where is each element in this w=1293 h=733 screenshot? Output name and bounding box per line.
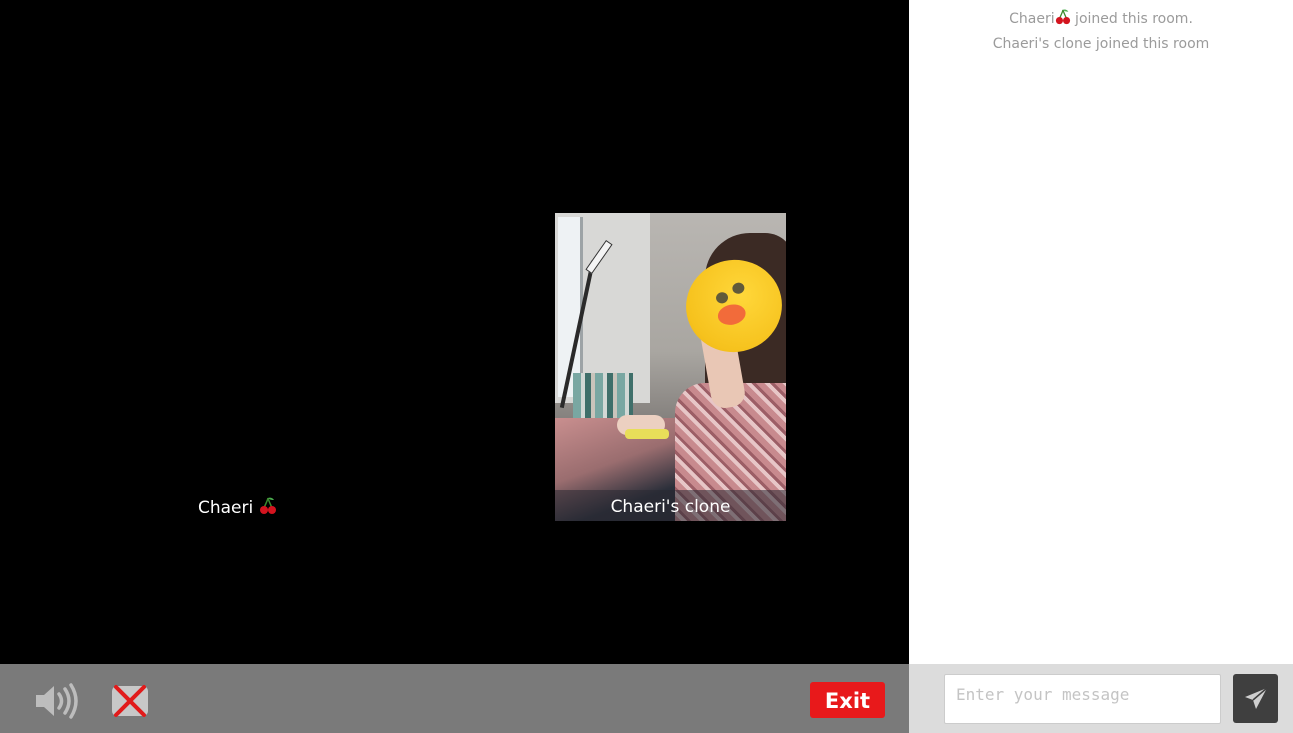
cherry-icon — [1055, 9, 1070, 25]
video-mouse-pad — [625, 429, 669, 439]
mask-beak — [715, 301, 748, 328]
remote-participant-name: Chaeri's clone — [555, 490, 786, 521]
remote-video-tile: Chaeri's clone — [555, 213, 786, 521]
send-message-button[interactable] — [1233, 674, 1278, 723]
speaker-icon — [36, 683, 78, 719]
chat-panel: Chaeri joined this room. Chaeri's clone … — [909, 0, 1293, 664]
cherry-icon — [259, 497, 276, 514]
mask-eye-right — [731, 281, 746, 295]
chat-message-name: Chaeri — [1009, 11, 1055, 27]
local-participant-name: Chaeri — [198, 498, 254, 518]
camera-toggle-button[interactable] — [110, 683, 150, 719]
exit-button[interactable]: Exit — [810, 682, 885, 718]
chat-message-input[interactable] — [944, 674, 1221, 724]
local-participant-label: Chaeri — [198, 497, 277, 518]
paper-plane-icon — [1244, 686, 1267, 709]
chat-system-message: Chaeri's clone joined this room — [992, 36, 1210, 52]
chat-system-message: Chaeri joined this room. — [909, 9, 1293, 27]
speaker-toggle-button[interactable] — [34, 683, 82, 719]
camera-off-icon — [112, 685, 148, 717]
mask-eye-left — [715, 291, 730, 305]
chat-message-text: joined this room. — [1070, 11, 1193, 27]
video-stage: Chaeri Chaeri's clone — [0, 0, 909, 664]
